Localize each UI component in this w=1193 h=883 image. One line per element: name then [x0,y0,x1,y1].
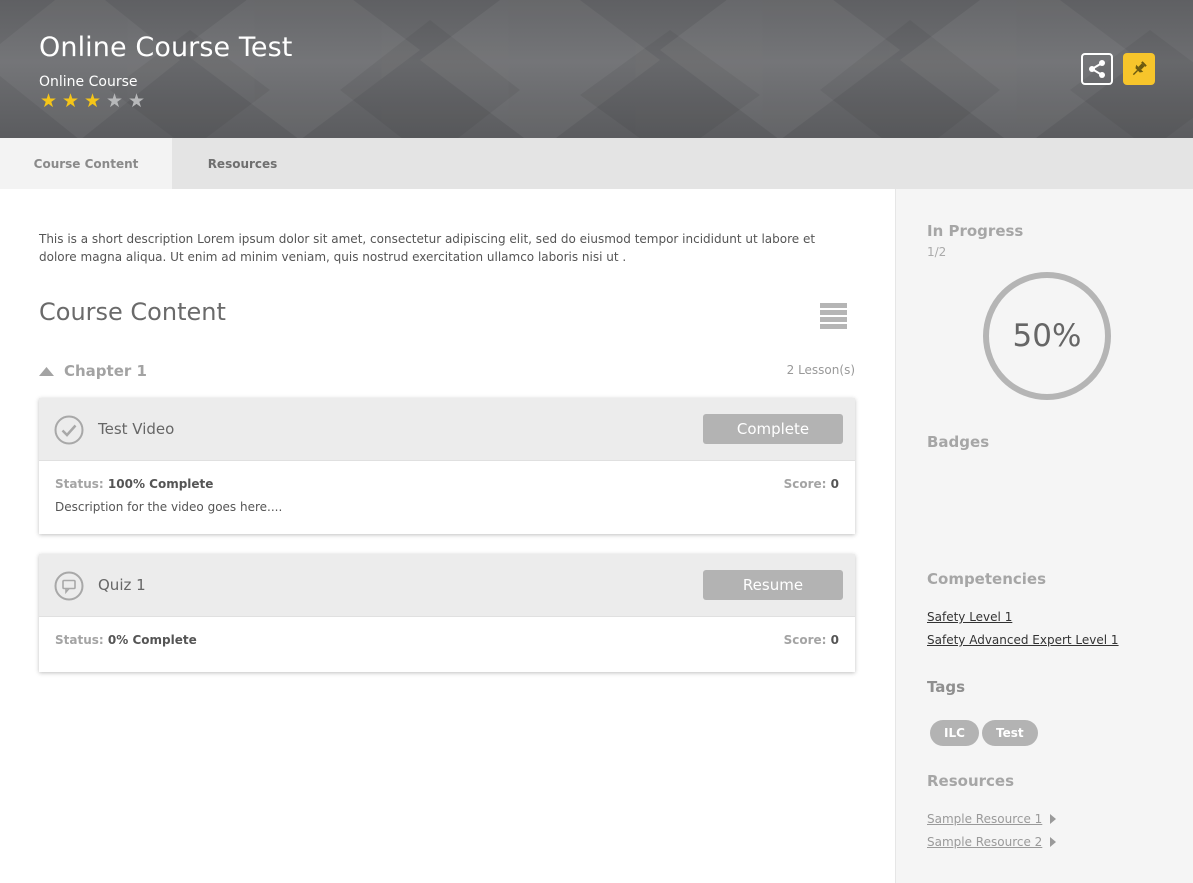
lesson-card: Quiz 1 Resume Status: 0% Complete Score:… [39,554,855,672]
lesson-count: 2 Lesson(s) [786,363,855,377]
tab-course-content[interactable]: Course Content [0,138,172,189]
lesson-status: Status: 100% Complete [55,477,213,491]
tab-bar: Course Content Resources [0,138,1193,189]
resources-heading: Resources [927,772,1015,790]
star-icon[interactable]: ★ [38,90,59,112]
lesson-description: Description for the video goes here.... [55,500,283,514]
score-value: 0 [830,477,839,491]
star-icon[interactable]: ★ [104,90,125,112]
quiz-icon [54,571,84,601]
chapter-title: Chapter 1 [64,362,147,380]
chevron-up-icon [39,366,54,376]
course-description: This is a short description Lorem ipsum … [39,232,816,264]
resource-link[interactable]: Sample Resource 1 [927,812,1057,826]
status-value: 0% Complete [107,633,197,647]
lesson-status: Status: 0% Complete [55,633,197,647]
course-header: Online Course Test Online Course ★ ★ ★ ★… [0,0,1193,138]
course-type: Online Course [39,74,138,90]
lesson-header: Test Video Complete [39,398,855,461]
section-title: Course Content [39,298,226,326]
share-button[interactable] [1081,53,1113,85]
tab-resources[interactable]: Resources [172,138,313,189]
list-view-icon[interactable] [820,303,847,329]
star-icon[interactable]: ★ [60,90,81,112]
resource-link-label: Sample Resource 1 [927,812,1043,826]
competency-link[interactable]: Safety Advanced Expert Level 1 [927,633,1119,647]
star-icon[interactable]: ★ [82,90,103,112]
pin-button[interactable] [1123,53,1155,85]
score-value: 0 [830,633,839,647]
rating-stars[interactable]: ★ ★ ★ ★ ★ [38,90,147,112]
competencies-heading: Competencies [927,570,1047,588]
sidebar: In Progress 1/2 50% Badges Competencies … [895,189,1193,883]
status-label: Status: [55,477,104,491]
lesson-card: Test Video Complete Status: 100% Complet… [39,398,855,534]
score-label: Score: [783,477,827,491]
star-icon[interactable]: ★ [126,90,147,112]
resource-link[interactable]: Sample Resource 2 [927,835,1057,849]
progress-count: 1/2 [927,245,947,259]
lesson-title[interactable]: Test Video [98,420,174,438]
lesson-header: Quiz 1 Resume [39,554,855,617]
progress-percent: 50% [1012,318,1082,354]
status-value: 100% Complete [107,477,214,491]
tags-heading: Tags [927,678,966,696]
caret-right-icon [1050,837,1057,847]
competency-link[interactable]: Safety Level 1 [927,610,1012,624]
tag-pill[interactable]: ILC [930,720,979,746]
check-circle-icon [54,415,84,445]
pin-icon [1132,61,1147,76]
score-label: Score: [783,633,827,647]
caret-right-icon [1050,814,1057,824]
lesson-score: Score: 0 [784,477,839,491]
resume-button[interactable]: Resume [703,570,843,600]
chapter-toggle[interactable]: Chapter 1 [39,362,147,380]
status-label: Status: [55,633,104,647]
resource-link-label: Sample Resource 2 [927,835,1043,849]
badges-heading: Badges [927,433,990,451]
progress-heading: In Progress [927,222,1024,240]
share-icon [1089,60,1105,78]
lesson-score: Score: 0 [784,633,839,647]
tag-pill[interactable]: Test [982,720,1038,746]
header-pattern [0,0,1193,138]
complete-button[interactable]: Complete [703,414,843,444]
course-title: Online Course Test [39,32,293,63]
lesson-title[interactable]: Quiz 1 [98,576,146,594]
